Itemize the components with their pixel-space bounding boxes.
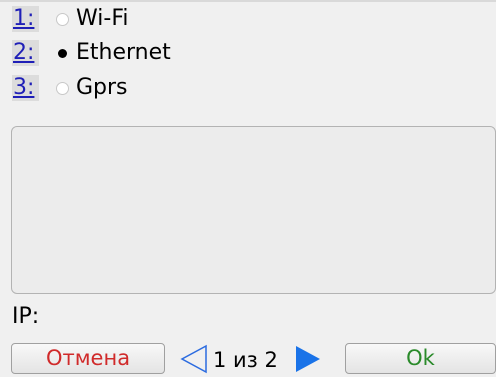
radio-button-wifi[interactable] [56,13,69,26]
option-number-link[interactable]: 2: [12,40,39,66]
radio-button-gprs[interactable] [56,82,69,95]
page-indicator: 1 из 2 [213,348,278,372]
next-page-arrow-icon[interactable] [295,344,321,374]
cancel-button[interactable]: Отмена [11,343,165,374]
network-selection-screen: 1: Wi-Fi 2: Ethernet 3: Gprs IP: Отмена … [0,0,496,377]
ip-label: IP: [12,304,40,329]
prev-page-arrow-icon[interactable] [180,344,208,374]
ok-button[interactable]: Ok [345,343,496,374]
option-number-link[interactable]: 3: [12,75,39,101]
radio-button-ethernet[interactable] [56,47,69,60]
option-label-gprs[interactable]: Gprs [76,74,128,102]
pagination: 1 из 2 [180,342,330,376]
option-number-link[interactable]: 1: [12,6,39,32]
details-text-area[interactable] [11,126,496,294]
option-row-ethernet[interactable]: 2: Ethernet [0,36,496,72]
option-row-wifi[interactable]: 1: Wi-Fi [0,2,496,38]
option-row-gprs[interactable]: 3: Gprs [0,71,496,107]
option-label-wifi[interactable]: Wi-Fi [76,5,129,33]
option-label-ethernet[interactable]: Ethernet [76,39,171,67]
